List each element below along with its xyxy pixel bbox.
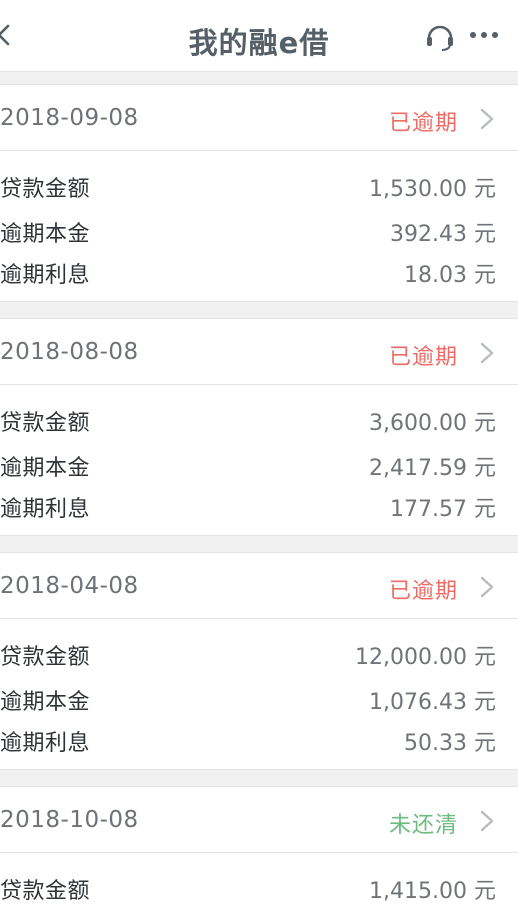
row-value: 392.43 元 <box>390 222 496 247</box>
loan-card: 2018-10-08 未还清 贷款金额 1,415.00 元 <box>0 786 518 917</box>
row-value: 1,076.43 元 <box>369 690 496 715</box>
row-label: 逾期本金 <box>0 456 91 481</box>
row-label: 贷款金额 <box>0 177 91 202</box>
loan-card: 2018-04-08 已逾期 贷款金额 12,000.00 元 逾期本金 1,0… <box>0 552 518 770</box>
loan-amount-row: 贷款金额 3,600.00 元 <box>0 405 518 439</box>
loan-card-header[interactable]: 2018-08-08 已逾期 <box>0 319 518 385</box>
loan-card-header[interactable]: 2018-04-08 已逾期 <box>0 553 518 619</box>
loan-card: 2018-09-08 已逾期 贷款金额 1,530.00 元 逾期本金 392.… <box>0 84 518 302</box>
row-value: 177.57 元 <box>390 497 496 522</box>
row-value: 1,530.00 元 <box>369 177 496 202</box>
row-label: 逾期利息 <box>0 731 91 756</box>
loan-card: 2018-08-08 已逾期 贷款金额 3,600.00 元 逾期本金 2,41… <box>0 318 518 536</box>
row-label: 逾期本金 <box>0 222 91 247</box>
loan-date: 2018-09-08 <box>0 105 139 131</box>
status-badge: 未还清 <box>388 813 458 838</box>
overdue-interest-row: 逾期利息 18.03 元 <box>0 257 518 291</box>
loan-date: 2018-04-08 <box>0 573 139 599</box>
row-value: 2,417.59 元 <box>369 456 496 481</box>
row-value: 50.33 元 <box>404 731 496 756</box>
row-label: 逾期利息 <box>0 263 91 288</box>
row-label: 贷款金额 <box>0 411 91 436</box>
loan-amount-row: 贷款金额 1,415.00 元 <box>0 873 518 907</box>
row-value: 1,415.00 元 <box>369 879 496 904</box>
loan-amount-row: 贷款金额 12,000.00 元 <box>0 639 518 673</box>
loan-amount-row: 贷款金额 1,530.00 元 <box>0 171 518 205</box>
chevron-right-icon <box>480 108 494 130</box>
status-badge: 已逾期 <box>388 345 458 370</box>
status-badge: 已逾期 <box>388 111 458 136</box>
status-badge: 已逾期 <box>388 579 458 604</box>
loan-card-header[interactable]: 2018-10-08 未还清 <box>0 787 518 853</box>
headset-icon[interactable] <box>424 22 456 52</box>
nav-bar: 我的融e借 <box>0 0 518 72</box>
loan-date: 2018-08-08 <box>0 339 139 365</box>
overdue-principal-row: 逾期本金 1,076.43 元 <box>0 684 518 718</box>
loan-date: 2018-10-08 <box>0 807 139 833</box>
overdue-interest-row: 逾期利息 50.33 元 <box>0 725 518 759</box>
row-label: 贷款金额 <box>0 645 91 670</box>
chevron-right-icon <box>480 810 494 832</box>
overdue-principal-row: 逾期本金 392.43 元 <box>0 216 518 250</box>
chevron-right-icon <box>480 576 494 598</box>
chevron-right-icon <box>480 342 494 364</box>
row-label: 逾期利息 <box>0 497 91 522</box>
row-value: 18.03 元 <box>404 263 496 288</box>
more-dots-icon[interactable] <box>468 24 500 46</box>
overdue-principal-row: 逾期本金 2,417.59 元 <box>0 450 518 484</box>
row-value: 12,000.00 元 <box>355 645 496 670</box>
overdue-interest-row: 逾期利息 177.57 元 <box>0 491 518 525</box>
loan-card-header[interactable]: 2018-09-08 已逾期 <box>0 85 518 151</box>
row-value: 3,600.00 元 <box>369 411 496 436</box>
row-label: 贷款金额 <box>0 879 91 904</box>
loan-list-screen: 我的融e借 2018-09-08 已逾期 贷款金额 1,530.00 元 逾期本… <box>0 0 518 917</box>
row-label: 逾期本金 <box>0 690 91 715</box>
